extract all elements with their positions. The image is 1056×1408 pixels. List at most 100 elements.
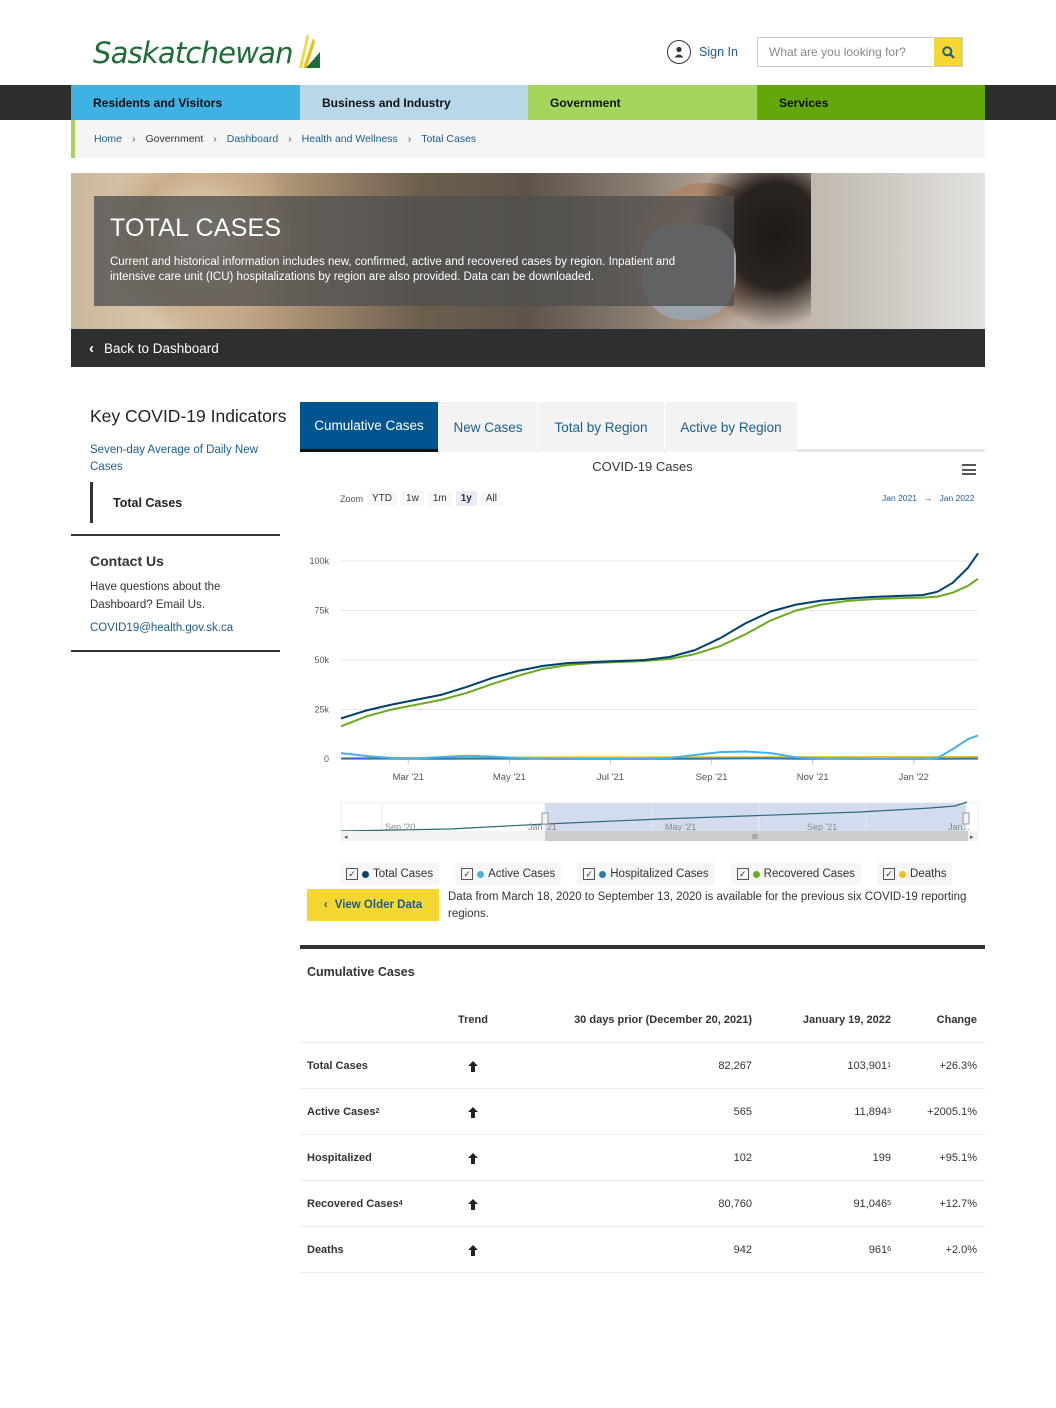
search-input[interactable] (758, 38, 934, 66)
current-value-text: 91,046 (853, 1198, 888, 1210)
legend-dot-icon (477, 870, 485, 878)
trend-cell (450, 1181, 496, 1227)
legend-item[interactable]: ✓ Hospitalized Cases (577, 863, 715, 885)
arrow-up-icon (468, 1152, 478, 1164)
breadcrumb-separator-icon: › (132, 133, 136, 145)
range-to-input[interactable]: Jan 2022 (939, 493, 974, 503)
breadcrumb-separator-icon: › (213, 133, 217, 145)
current-value: 961 6 (868, 1244, 891, 1256)
chart-title: COVID-19 Cases (592, 459, 693, 474)
zoom-1y-button[interactable]: 1y (455, 491, 477, 506)
contact-title: Contact Us (90, 553, 164, 569)
navigator-right-handle[interactable] (962, 812, 970, 825)
y-tick-label: 50k (314, 655, 329, 665)
y-tick-label: 75k (314, 606, 329, 616)
checkbox-checked-icon[interactable]: ✓ (736, 868, 749, 880)
sign-in-link[interactable]: Sign In (667, 40, 738, 64)
tab-total-by-region[interactable]: Total by Region (538, 402, 664, 452)
change-value: +2.0% (945, 1244, 978, 1256)
prior-value: 82,267 (718, 1060, 752, 1072)
row-name: Total Cases (307, 1043, 368, 1089)
change-value: +2005.1% (927, 1106, 977, 1118)
prior-value: 565 (733, 1106, 752, 1118)
breadcrumb-dashboard[interactable]: Dashboard (227, 133, 278, 145)
current-value: 103,901 1 (847, 1060, 891, 1072)
sidebar-divider (71, 650, 280, 652)
view-older-data-button[interactable]: ‹ View Older Data (307, 889, 439, 921)
legend-label: Active Cases (488, 868, 556, 880)
arrow-up-icon (468, 1106, 478, 1118)
change-value: +12.7% (939, 1198, 977, 1210)
zoom-all-button[interactable]: All (480, 491, 502, 506)
table-row: Deaths 942 961 6 +2.0% (300, 1227, 985, 1273)
row-name: Deaths (307, 1227, 344, 1273)
chart-tabs: Cumulative Cases New Cases Total by Regi… (300, 402, 985, 452)
search-box (757, 37, 963, 67)
legend-item[interactable]: ✓ Recovered Cases (730, 863, 862, 885)
nav-services[interactable]: Services (757, 85, 985, 120)
sign-in-label: Sign In (699, 45, 738, 59)
line-chart: 0 25k 50k 75k 100k Mar '21 May '21 Jul '21 Sep … (309, 552, 979, 841)
range-from-input[interactable]: Jan 2021 (882, 493, 917, 503)
checkbox-checked-icon[interactable]: ✓ (583, 868, 596, 880)
logo-text: Saskatchewan (93, 36, 293, 70)
table-divider (300, 945, 985, 949)
nav-residents-and-visitors[interactable]: Residents and Visitors (71, 85, 300, 120)
legend-label: Hospitalized Cases (610, 868, 709, 880)
sidebar-item-total-cases[interactable]: Total Cases (90, 482, 280, 523)
x-tick-label: Jul '21 (597, 772, 624, 783)
header-current: January 19, 2022 (802, 1014, 891, 1026)
change-value: +95.1% (939, 1152, 977, 1164)
trend-cell (450, 1227, 496, 1273)
series-line-total-cases (340, 552, 979, 720)
nav-business-and-industry[interactable]: Business and Industry (300, 85, 528, 120)
legend-dot-icon (362, 870, 369, 878)
scroll-right-icon[interactable]: ▸ (970, 834, 974, 841)
checkbox-checked-icon[interactable]: ✓ (883, 868, 896, 880)
contact-email-link[interactable]: COVID19@health.gov.sk.ca (90, 622, 233, 634)
zoom-ytd-button[interactable]: YTD (367, 491, 398, 506)
arrow-up-icon (468, 1198, 478, 1210)
navigator-left-handle[interactable] (541, 812, 549, 825)
breadcrumb-health-and-wellness[interactable]: Health and Wellness (302, 133, 398, 145)
checkbox-checked-icon[interactable]: ✓ (346, 868, 358, 880)
x-tick-label: Jan '22 (899, 772, 929, 783)
saskatchewan-logo[interactable]: Saskatchewan (93, 34, 321, 70)
legend-item[interactable]: ✓ Deaths (877, 863, 953, 885)
zoom-1w-button[interactable]: 1w (401, 491, 424, 506)
current-value-text: 11,894 (854, 1106, 888, 1118)
date-range: Jan 2021 → Jan 2022 (882, 493, 974, 503)
contact-text: Have questions about the Dashboard? Emai… (90, 581, 221, 611)
breadcrumb-home[interactable]: Home (94, 133, 122, 145)
chart-menu-icon[interactable] (962, 464, 976, 478)
table-title: Cumulative Cases (307, 965, 415, 979)
search-button[interactable] (934, 38, 962, 66)
back-label: Back to Dashboard (104, 340, 219, 356)
table-row: Total Cases 82,267 103,901 1 +26.3% (300, 1043, 985, 1089)
chart-navigator: Sep '20 Jan '21 May '21 Sep '21 Jan...◂ ▸III (340, 801, 979, 841)
y-tick-label: 25k (314, 705, 329, 715)
legend-label: Total Cases (373, 868, 434, 880)
chart-legend: ✓ Total Cases ✓ Active Cases ✓ Hospitalized C… (340, 863, 968, 885)
tab-active-by-region[interactable]: Active by Region (665, 402, 797, 452)
row-name-text: Recovered Cases (307, 1198, 399, 1210)
row-name: Active Cases 2 (307, 1106, 380, 1118)
trend-cell (450, 1089, 496, 1135)
chart-series (340, 552, 979, 760)
tab-cumulative-cases[interactable]: Cumulative Cases (300, 402, 438, 452)
legend-item[interactable]: ✓ Active Cases (455, 863, 562, 885)
hero-banner: TOTAL CASES Current and historical infor… (71, 173, 985, 329)
breadcrumb-total-cases[interactable]: Total Cases (421, 133, 476, 145)
series-line-recovered-cases (340, 577, 979, 728)
checkbox-checked-icon[interactable]: ✓ (461, 868, 474, 880)
navigator-tick-label: May '21 (665, 822, 696, 832)
chevron-left-icon: ‹ (323, 899, 328, 911)
tab-new-cases[interactable]: New Cases (439, 402, 537, 452)
scrollbar-grip-icon: III (752, 834, 758, 841)
x-tick-label: May '21 (493, 772, 526, 783)
zoom-1m-button[interactable]: 1m (427, 491, 452, 506)
scroll-left-icon[interactable]: ◂ (344, 834, 348, 841)
legend-item[interactable]: ✓ Total Cases (340, 863, 440, 885)
sidebar-item-seven-day-average[interactable]: Seven-day Average of Daily New Cases (90, 442, 280, 476)
back-to-dashboard-link[interactable]: ‹ Back to Dashboard (71, 329, 985, 367)
